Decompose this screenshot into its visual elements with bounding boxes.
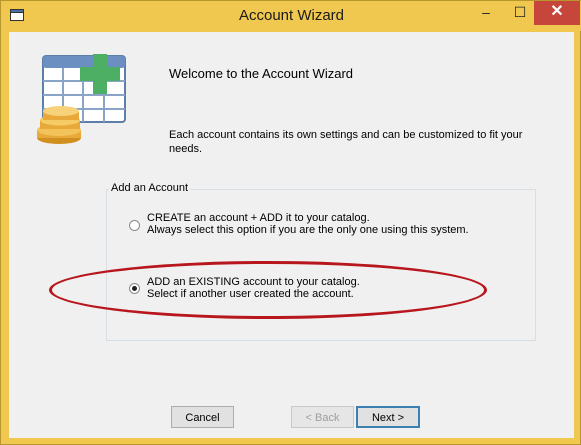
group-label: Add an Account — [109, 182, 191, 194]
title-bar[interactable]: Account Wizard – ☐ ✕ — [1, 1, 581, 31]
account-catalog-icon — [37, 54, 126, 144]
create-account-radio[interactable] — [129, 220, 140, 231]
cancel-button[interactable]: Cancel — [171, 406, 234, 428]
close-button[interactable]: ✕ — [534, 1, 580, 25]
create-account-hint: Always select this option if you are the… — [147, 224, 469, 236]
account-wizard-window: Account Wizard – ☐ ✕ Welcome to the Acco… — [0, 0, 581, 445]
wizard-description: Each account contains its own settings a… — [169, 129, 523, 155]
wizard-heading: Welcome to the Account Wizard — [169, 66, 354, 81]
create-account-label: CREATE an account + ADD it to your catal… — [147, 212, 370, 224]
wizard-client-area: Welcome to the Account Wizard Each accou… — [9, 32, 574, 438]
create-account-option-text[interactable]: CREATE an account + ADD it to your catal… — [147, 212, 469, 236]
next-button[interactable]: Next > — [356, 406, 420, 428]
highlight-ellipse — [49, 261, 487, 319]
back-button[interactable]: < Back — [291, 406, 354, 428]
minimize-button[interactable]: – — [469, 1, 503, 25]
maximize-button[interactable]: ☐ — [503, 1, 537, 25]
